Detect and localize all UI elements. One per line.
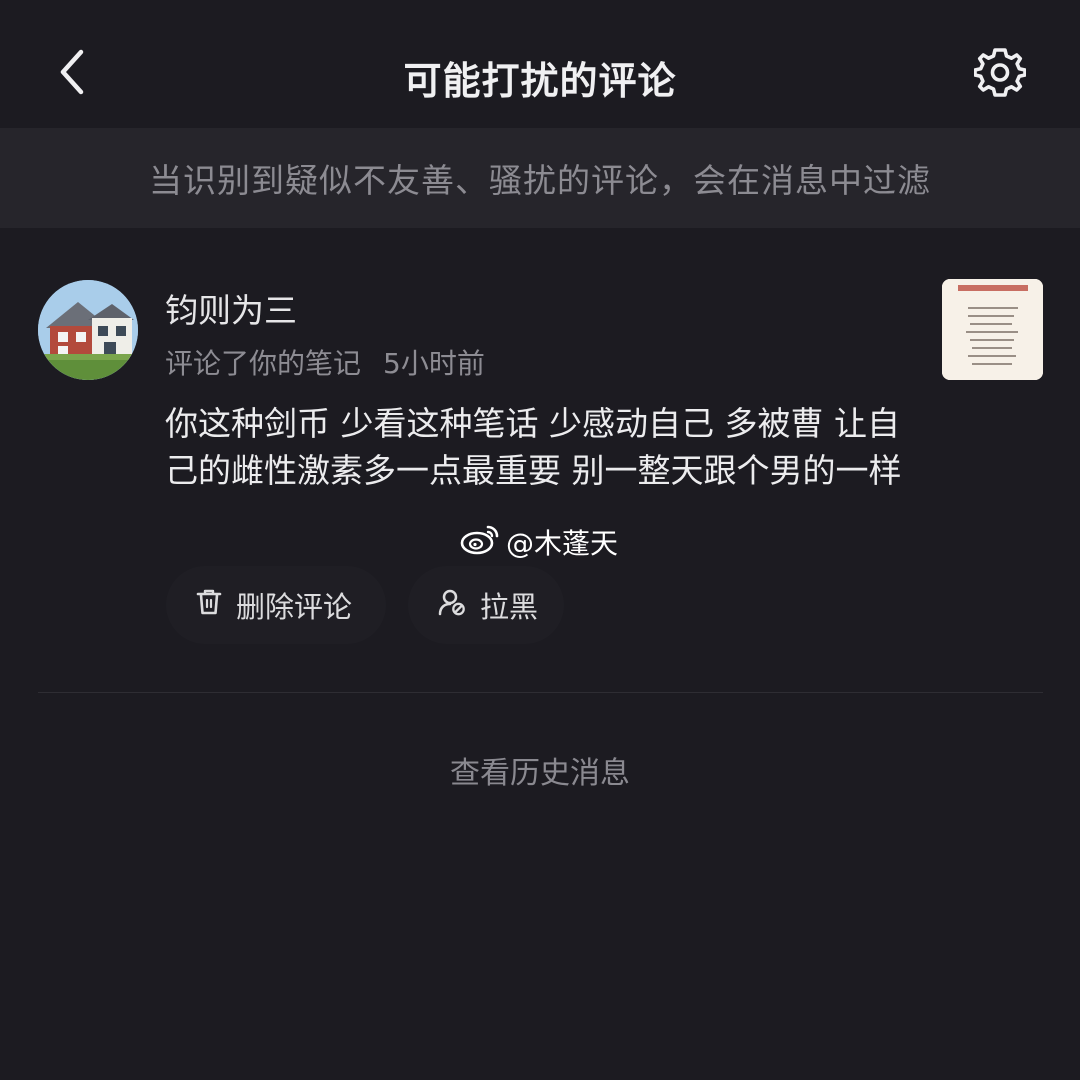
delete-comment-label: 删除评论 <box>236 590 353 624</box>
comment-username[interactable]: 钧则为三 <box>165 284 297 332</box>
trash-icon <box>196 588 222 623</box>
comment-meta: 评论了你的笔记 5小时前 <box>165 342 485 382</box>
gear-icon <box>973 46 1027 102</box>
block-user-button[interactable]: 拉黑 <box>408 566 564 644</box>
view-history-link[interactable]: 查看历史消息 <box>0 748 1080 792</box>
settings-button[interactable] <box>970 44 1030 104</box>
delete-comment-button[interactable]: 删除评论 <box>166 566 386 644</box>
block-user-label: 拉黑 <box>480 590 539 624</box>
comment-action-text: 评论了你的笔记 <box>165 347 362 380</box>
page-title: 可能打扰的评论 <box>403 59 677 103</box>
comment-time: 5小时前 <box>383 347 485 380</box>
divider <box>38 692 1043 693</box>
watermark-text: @木蓬天 <box>506 527 619 560</box>
watermark: @木蓬天 <box>460 522 618 562</box>
block-user-icon <box>438 588 466 623</box>
avatar[interactable] <box>38 280 138 380</box>
filter-notice-text: 当识别到疑似不友善、骚扰的评论，会在消息中过滤 <box>149 161 931 200</box>
weibo-icon <box>460 523 500 562</box>
top-bar: 可能打扰的评论 <box>0 0 1080 128</box>
comment-text: 你这种剑币 少看这种笔话 少感动自己 多被曹 让自己的雌性激素多一点最重要 别一… <box>165 404 902 490</box>
note-thumbnail[interactable] <box>942 279 1043 380</box>
filter-notice-banner: 当识别到疑似不友善、骚扰的评论，会在消息中过滤 <box>0 128 1080 228</box>
